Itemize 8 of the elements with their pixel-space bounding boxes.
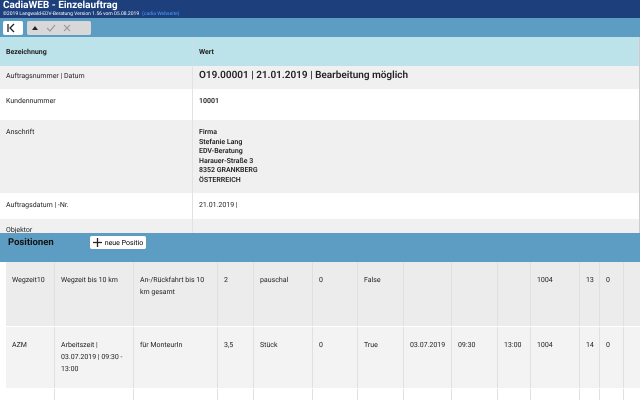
checkmark-icon <box>46 22 56 32</box>
plus-icon <box>92 238 102 247</box>
first-record-icon <box>6 22 16 32</box>
table-cell-text: O19.00001 | 21.01.2019 | Bearbeitung möglich <box>198 69 410 83</box>
close-icon <box>62 22 72 32</box>
window-title: CadiaWEB - Einzelauftrag <box>3 0 119 11</box>
section-title: Positionen <box>8 236 54 250</box>
first-record-button[interactable] <box>3 20 23 34</box>
